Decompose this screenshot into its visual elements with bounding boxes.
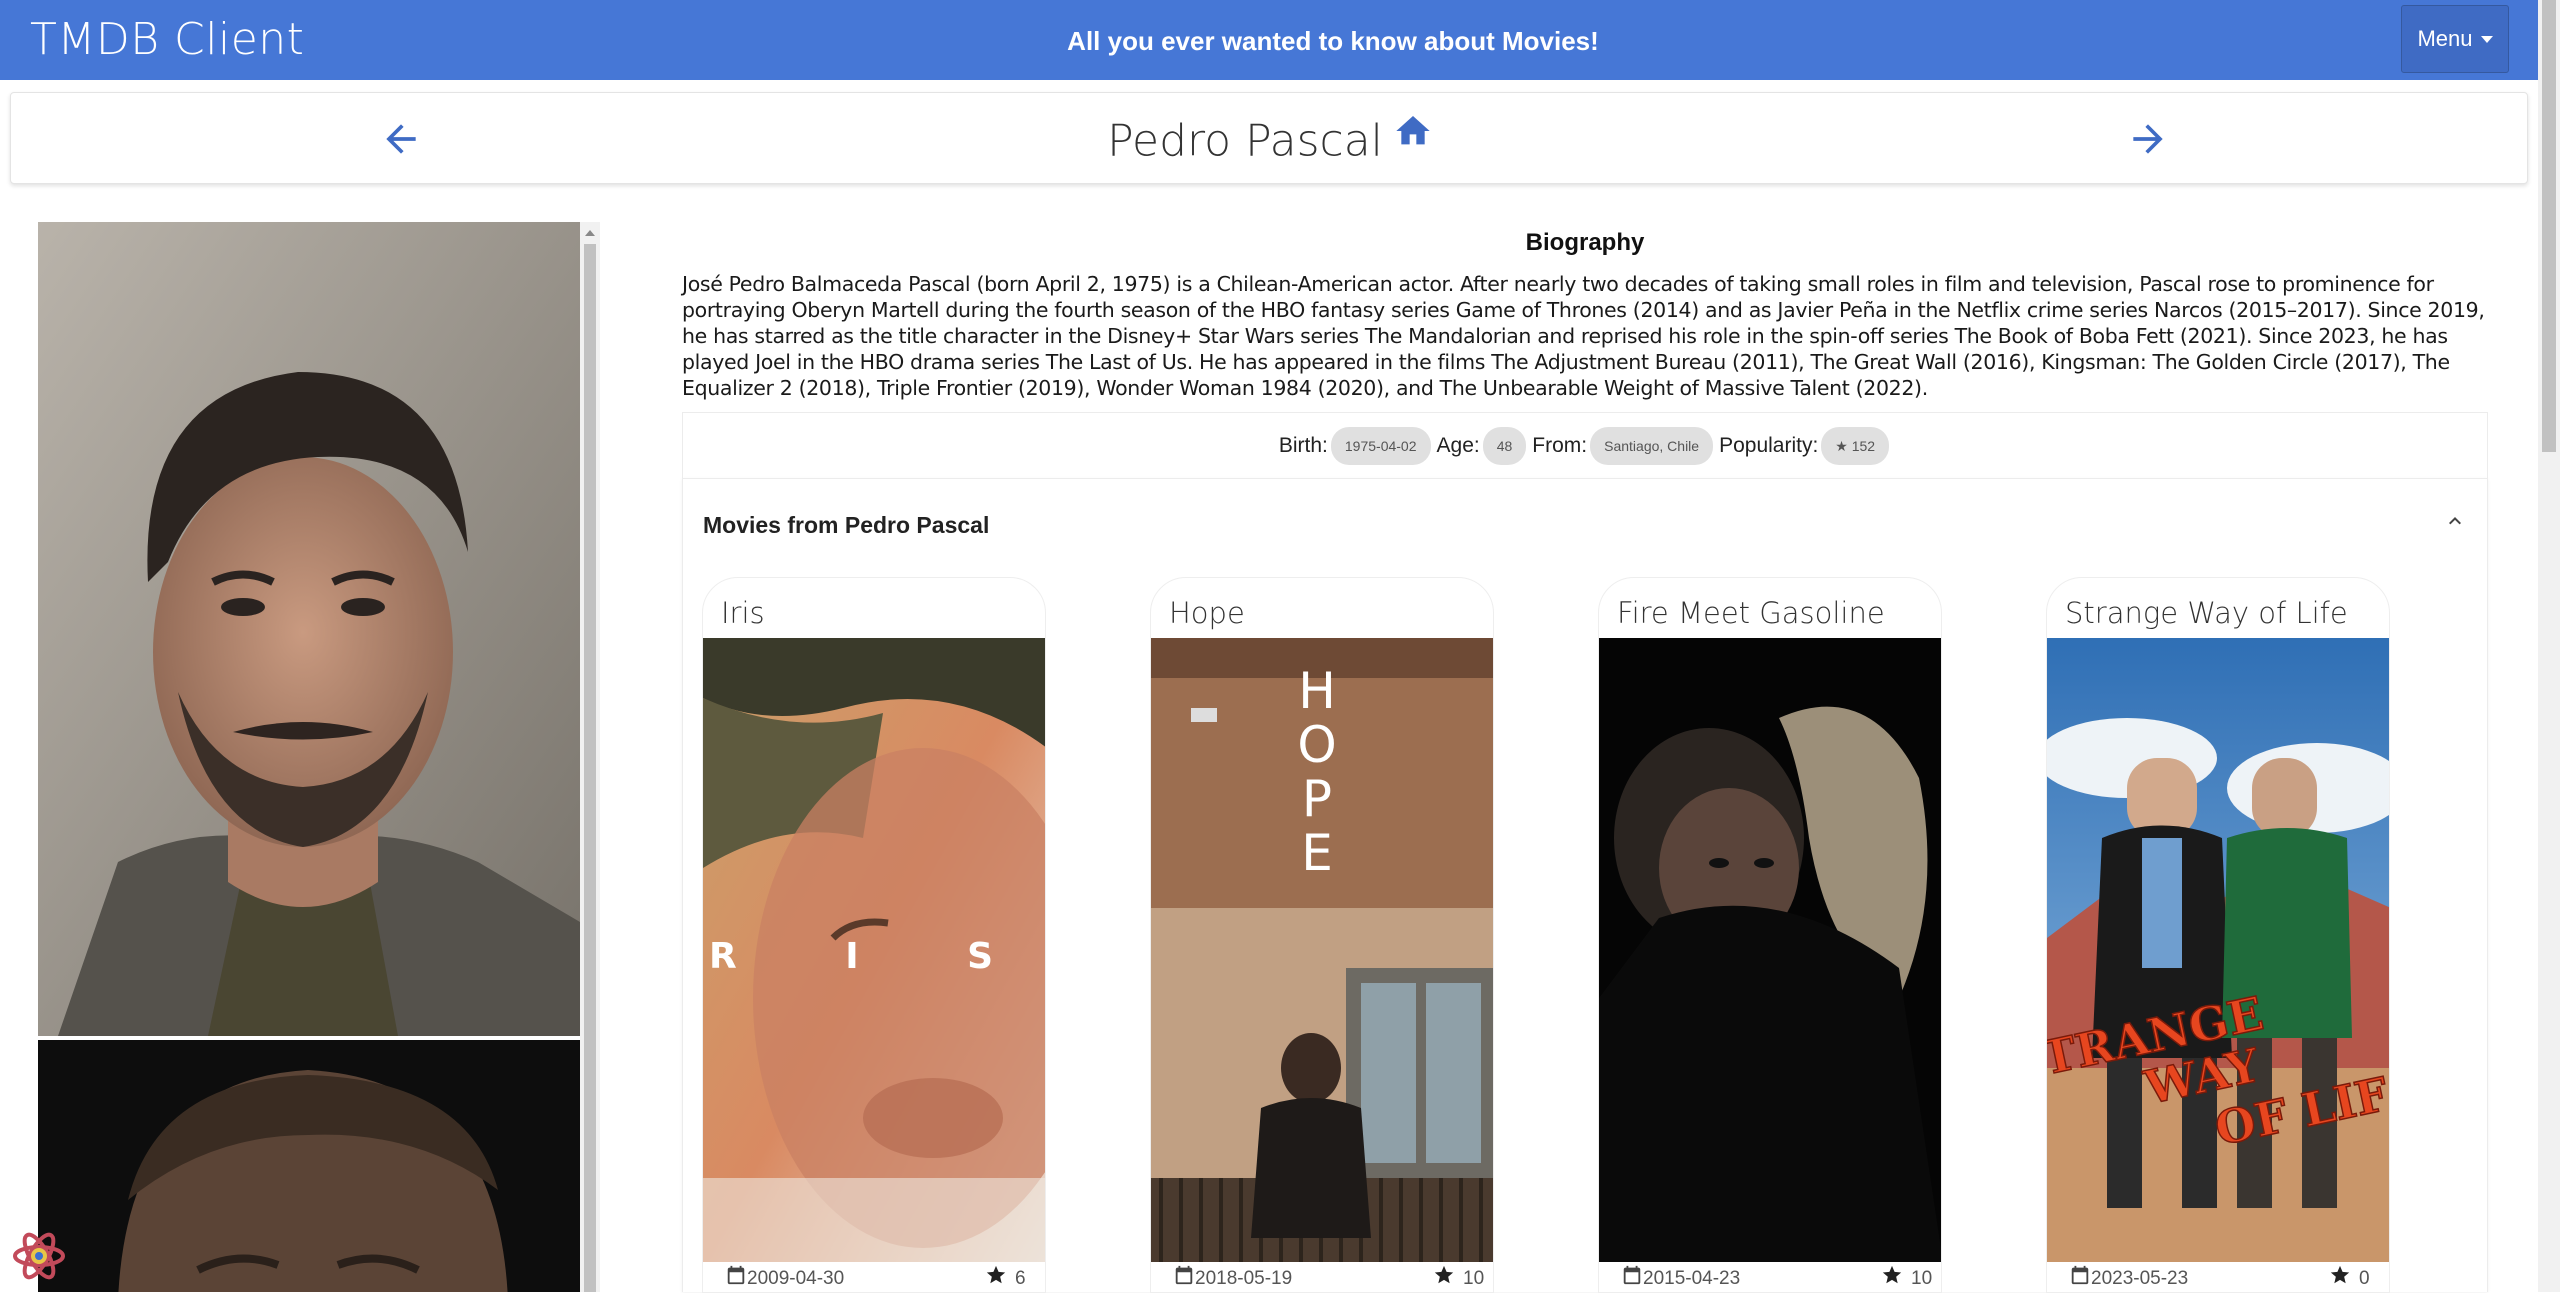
movie-title[interactable]: Fire Meet Gasoline (1617, 596, 1885, 630)
biography-heading: Biography (1525, 229, 1645, 256)
age-chip: 48 (1482, 426, 1527, 465)
movie-release-date: 2015-04-23 (1643, 1268, 1741, 1289)
movie-rating: 10 (1911, 1268, 1933, 1289)
menu-button[interactable]: Menu (2401, 5, 2509, 73)
popularity-label: Popularity: (1719, 433, 1819, 457)
star-icon (1882, 1265, 1902, 1284)
page-scrollbar[interactable] (2538, 0, 2560, 1292)
movie-rating: 6 (1015, 1268, 1026, 1289)
movie-card[interactable]: Strange Way of Life TRANGEWAYOF LIF 2023… (2046, 577, 2390, 1293)
movie-title[interactable]: Hope (1169, 596, 1245, 630)
movie-card[interactable]: Iris R I S 2009-04-30 6 (702, 577, 1046, 1293)
app-bar: TMDB Client All you ever wanted to know … (0, 0, 2538, 80)
movie-poster[interactable]: TRANGEWAYOF LIF (2047, 638, 2389, 1262)
movie-poster[interactable]: HOPE (1151, 638, 1493, 1262)
scroll-up-icon[interactable] (585, 230, 595, 236)
movie-poster[interactable] (1599, 638, 1941, 1262)
movie-release-date: 2009-04-30 (747, 1268, 845, 1289)
movie-meta: 2015-04-23 10 (1599, 1264, 1941, 1292)
arrow-right-icon[interactable] (2126, 117, 2170, 161)
birth-label: Birth: (1278, 433, 1328, 457)
star-icon (2330, 1265, 2350, 1284)
chevron-up-icon[interactable] (2443, 509, 2467, 533)
movie-poster[interactable]: R I S (703, 638, 1045, 1262)
photo-scrollbar[interactable] (580, 222, 600, 1292)
person-name: Pedro Pascal (1107, 115, 1383, 167)
person-photo-secondary (38, 1040, 580, 1292)
movie-meta: 2018-05-19 10 (1151, 1264, 1493, 1292)
birth-chip: 1975-04-02 (1330, 426, 1431, 465)
popularity-chip: ★ 152 (1821, 426, 1890, 465)
caret-down-icon (2480, 35, 2493, 43)
photo-scrollbar-thumb[interactable] (584, 244, 596, 1292)
page-scrollbar-thumb[interactable] (2542, 0, 2556, 452)
movie-title[interactable]: Strange Way of Life (2065, 596, 2348, 630)
movies-expansion-panel: Movies from Pedro Pascal Iris R I S 2009… (682, 478, 2488, 1293)
poster-title-text: HOPE (1297, 662, 1336, 882)
menu-button-label: Menu (2417, 26, 2473, 51)
calendar-icon (1175, 1265, 1193, 1285)
poster-title-text: R I S (709, 936, 1041, 977)
star-icon (986, 1265, 1006, 1284)
person-photo (38, 222, 580, 1036)
movies-panel-header[interactable]: Movies from Pedro Pascal (703, 512, 989, 539)
movie-rating: 10 (1463, 1268, 1485, 1289)
biography-text: José Pedro Balmaceda Pascal (born April … (682, 272, 2485, 400)
from-chip: Santiago, Chile (1590, 426, 1714, 465)
calendar-icon (1623, 1265, 1641, 1285)
photo-gallery[interactable] (38, 222, 580, 1292)
movie-release-date: 2018-05-19 (1195, 1268, 1293, 1289)
movie-meta: 2009-04-30 6 (703, 1264, 1045, 1292)
atom-icon[interactable] (10, 1228, 68, 1284)
person-header: Pedro Pascal (10, 92, 2528, 184)
calendar-icon (2071, 1265, 2089, 1285)
home-icon[interactable] (1393, 111, 1433, 151)
movie-meta: 2023-05-23 0 (2047, 1264, 2389, 1292)
movie-card[interactable]: Hope HOPE 2018-05-19 10 (1150, 577, 1494, 1293)
person-facts: Birth: 1975-04-02 Age: 48 From: Santiago… (682, 412, 2488, 478)
age-label: Age: (1436, 433, 1480, 457)
movie-release-date: 2023-05-23 (2091, 1268, 2189, 1289)
calendar-icon (727, 1265, 745, 1285)
movie-rating: 0 (2359, 1268, 2370, 1289)
movie-card[interactable]: Fire Meet Gasoline 2015-04-23 10 (1598, 577, 1942, 1293)
app-tagline: All you ever wanted to know about Movies… (1067, 26, 1599, 56)
from-label: From: (1532, 433, 1588, 457)
star-icon (1434, 1265, 1454, 1284)
movie-title[interactable]: Iris (721, 596, 765, 630)
